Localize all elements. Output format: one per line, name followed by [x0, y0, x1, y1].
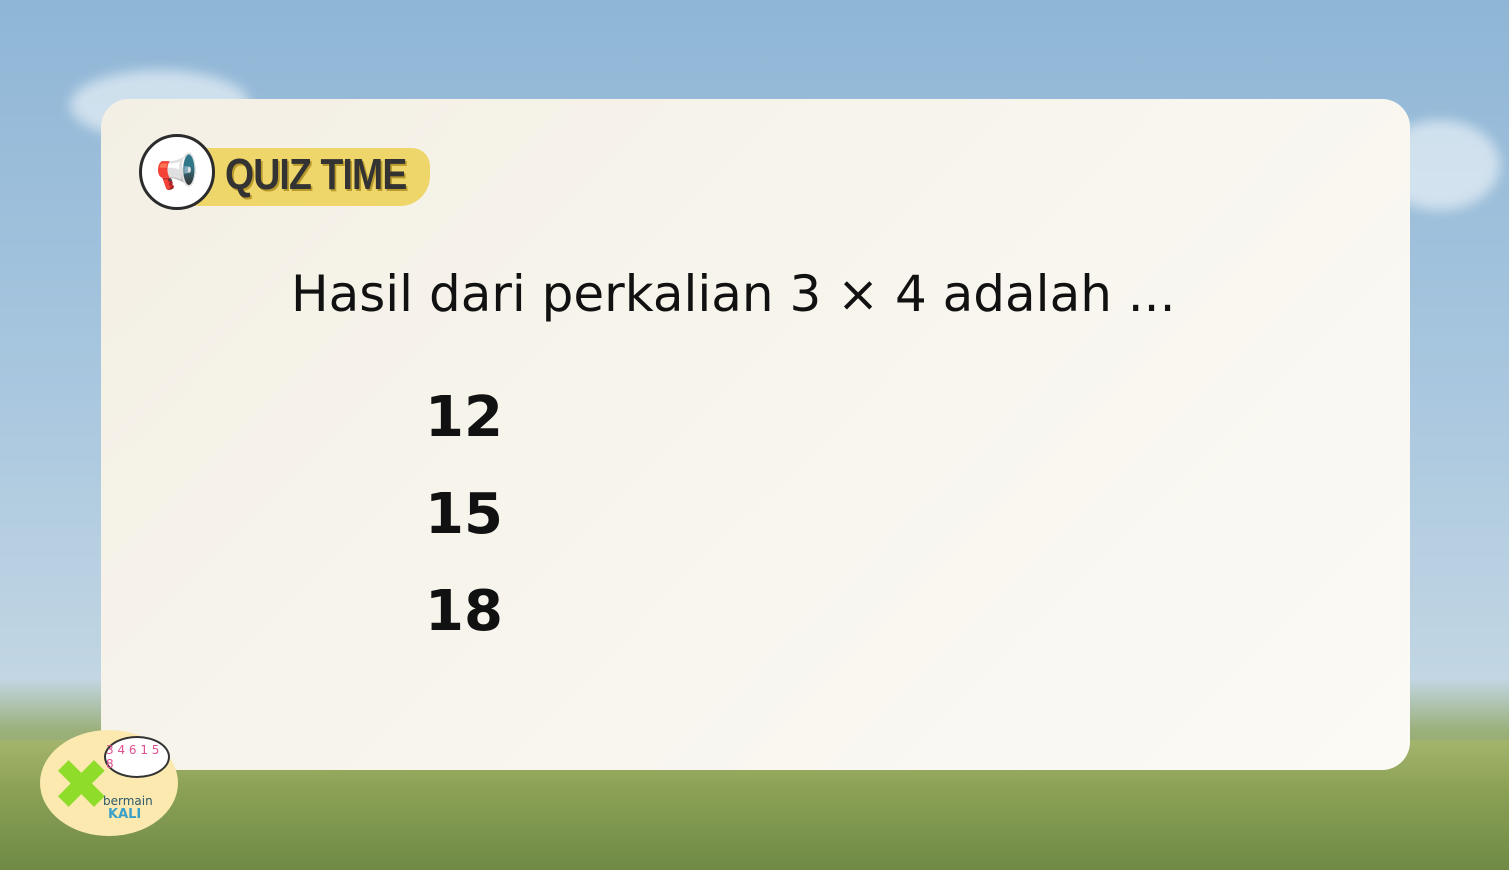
thought-bubble-blocks: 3 4 6 1 5 8: [104, 736, 170, 778]
option-1[interactable]: 12: [425, 385, 503, 450]
question-text: Hasil dari perkalian 3 × 4 adalah ...: [291, 265, 1176, 323]
x-mascot-icon: ✖: [52, 744, 111, 826]
megaphone-icon: 📢: [139, 134, 215, 210]
bermain-kali-logo: ✖ 3 4 6 1 5 8 bermain KALI: [40, 730, 178, 836]
badge-label: QUIZ TIME: [225, 150, 407, 199]
quiz-time-badge: 📢 QUIZ TIME: [135, 128, 440, 212]
logo-text-line2: KALI: [108, 807, 142, 822]
logo-text-line1: bermain: [103, 794, 153, 808]
option-3[interactable]: 18: [425, 579, 503, 644]
option-2[interactable]: 15: [425, 482, 503, 547]
